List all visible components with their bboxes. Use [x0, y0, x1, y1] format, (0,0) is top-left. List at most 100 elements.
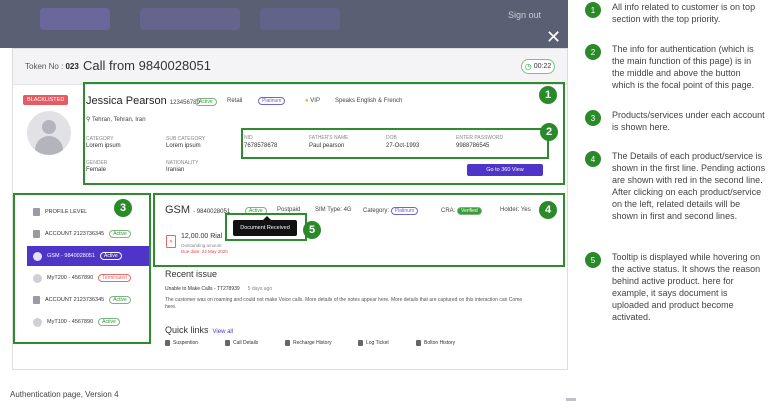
view-all-link[interactable]: View all — [213, 329, 234, 335]
marker-2: 2 — [540, 123, 558, 141]
token-number: Token No : 023 — [25, 62, 79, 71]
subcategory-value: Lorem ipsum — [166, 143, 201, 149]
modal-header: Token No : 023 Call from 9840028051 ◷ 00:… — [13, 49, 567, 85]
gender-value: Female — [86, 167, 107, 173]
call-timer: ◷ 00:22 — [521, 59, 555, 74]
recent-issue-title: Recent issue — [165, 269, 218, 279]
account-icon — [33, 296, 40, 304]
scroll-indicator — [566, 398, 576, 401]
sidebar-item-account[interactable]: ACCOUNT 2123736345 Active — [27, 224, 149, 244]
annotation-3: Products/services under each account is … — [612, 110, 765, 132]
product-icon — [33, 273, 42, 283]
password-label: ENTER PASSWORD — [456, 135, 504, 141]
nid-label: NID — [244, 135, 253, 141]
annotation-marker-2: 2 — [585, 44, 601, 60]
avatar — [27, 111, 71, 155]
annotation-marker-4: 4 — [585, 151, 601, 167]
outstanding-amount: 12,00.00 Rial — [181, 233, 223, 240]
product-title: GSM - 9840028051 — [165, 204, 231, 216]
location: ⚲ Tehran, Tehran, Iran — [86, 117, 146, 123]
go-to-360-view-button[interactable]: Go to 360 View — [467, 164, 543, 176]
clock-icon: ◷ — [524, 62, 532, 71]
sidebar-item-myt100[interactable]: MyT100 - 4567890 Active — [27, 312, 149, 332]
father-name-label: FATHER'S NAME — [309, 135, 349, 141]
sidebar-item-account-2[interactable]: ACCOUNT 2123736345 Active — [27, 290, 149, 310]
quick-link-log-ticket[interactable]: Log Ticket — [358, 340, 389, 346]
backdrop-card — [260, 8, 340, 30]
annotation-marker-5: 5 — [585, 252, 601, 268]
ticket-icon — [358, 340, 363, 346]
sidebar-item-label: PROFILE LEVEL — [45, 209, 88, 215]
father-name-value: Paul pearson — [309, 143, 345, 149]
category-value: Lorem ipsum — [86, 143, 121, 149]
issue-description: The customer was on roaming and could no… — [165, 297, 523, 310]
dob-value: 27-Oct-1993 — [386, 143, 420, 149]
account-icon — [33, 230, 40, 238]
sidebar-item-myt200[interactable]: MyT200 - 4567890 Terminated — [27, 268, 149, 288]
sidebar-item-label: MyT100 - 4567890 — [47, 319, 94, 325]
outstanding-label: Outstanding amount — [181, 243, 222, 248]
product-icon — [33, 317, 42, 327]
holder-status: Holder: Yes — [500, 207, 531, 213]
marker-5: 5 — [303, 221, 321, 239]
language-label: Speaks English & French — [335, 98, 403, 104]
history-icon — [285, 340, 290, 346]
status-badge: Active — [98, 318, 120, 326]
profile-icon — [33, 208, 40, 216]
status-badge: Active — [109, 230, 131, 238]
app-backdrop: Sign out — [0, 0, 568, 48]
phone-icon — [225, 340, 230, 346]
close-icon[interactable]: ✕ — [546, 28, 561, 46]
vip-label: ● VIP — [305, 98, 320, 104]
product-category: Category: Platinum — [363, 207, 419, 215]
sidebar-item-label: MyT200 - 4567890 — [47, 275, 94, 281]
annotation-2: The info for authentication (which is th… — [612, 44, 755, 90]
sim-icon — [33, 251, 42, 261]
screenshot: Sign out ✕ Token No : 023 Call from 9840… — [0, 0, 768, 408]
tier-badge: Platinum — [258, 97, 286, 105]
call-modal: Token No : 023 Call from 9840028051 ◷ 00:… — [12, 48, 568, 370]
quick-link-recharge-history[interactable]: Recharge History — [285, 340, 332, 346]
quick-link-call-details[interactable]: Call Details — [225, 340, 258, 346]
status-badge: Active — [109, 296, 131, 304]
sim-type: SIM Type: 4G — [315, 207, 352, 213]
suspend-icon — [165, 340, 170, 346]
annotation-5: Tooltip is displayed while hovering on t… — [612, 252, 761, 322]
sidebar-item-profile-level[interactable]: PROFILE LEVEL — [27, 202, 149, 222]
sidebar-item-label: ACCOUNT 2123736345 — [45, 297, 105, 303]
blacklisted-badge: BLACKLISTED — [23, 95, 69, 105]
page-caption: Authentication page, Version 4 — [10, 390, 119, 399]
nationality-value: Iranian — [166, 167, 185, 173]
issue-link[interactable]: Unable to Make Calls - TT278939 5 days ag… — [165, 286, 272, 292]
quick-links-title: Quick links View all — [165, 325, 234, 335]
status-tooltip: Document Received — [233, 216, 297, 236]
call-title: Call from 9840028051 — [83, 58, 211, 73]
annotation-marker-3: 3 — [585, 110, 601, 126]
quick-link-suspention[interactable]: Suspention — [165, 340, 198, 346]
location-pin-icon: ⚲ — [86, 117, 91, 123]
annotation-marker-1: 1 — [585, 2, 601, 18]
status-badge: Terminated — [98, 274, 131, 282]
customer-status-badge: Active — [195, 98, 217, 106]
customer-segment: Retail — [227, 98, 243, 104]
nationality-label: NATIONALITY — [166, 160, 199, 166]
password-field[interactable]: 9988786545 — [456, 143, 489, 149]
bill-icon: ✕ — [166, 235, 176, 248]
sidebar-item-label: GSM - 9840028051 — [47, 253, 96, 259]
bulb-icon: ● — [305, 98, 309, 104]
customer-name: Jessica Pearson 123456789 — [86, 95, 200, 107]
status-badge: Active — [100, 252, 122, 260]
backdrop-card — [140, 8, 240, 30]
backdrop-card — [40, 8, 110, 30]
sidebar-item-gsm[interactable]: GSM - 9840028051 Active — [27, 246, 149, 266]
due-date: Due date: 24 May 2020 — [181, 249, 228, 254]
subcategory-label: SUB CATEGORY — [166, 136, 206, 142]
quick-link-bolton-history[interactable]: Bolton History — [416, 340, 455, 346]
cra-status: CRA: Verified — [441, 207, 482, 215]
category-label: CATEGORY — [86, 136, 114, 142]
marker-4: 4 — [539, 201, 557, 219]
sidebar-item-label: ACCOUNT 2123736345 — [45, 231, 105, 237]
dob-label: DOB — [386, 135, 397, 141]
marker-1: 1 — [539, 86, 557, 104]
nid-value: 7678578678 — [244, 143, 278, 149]
